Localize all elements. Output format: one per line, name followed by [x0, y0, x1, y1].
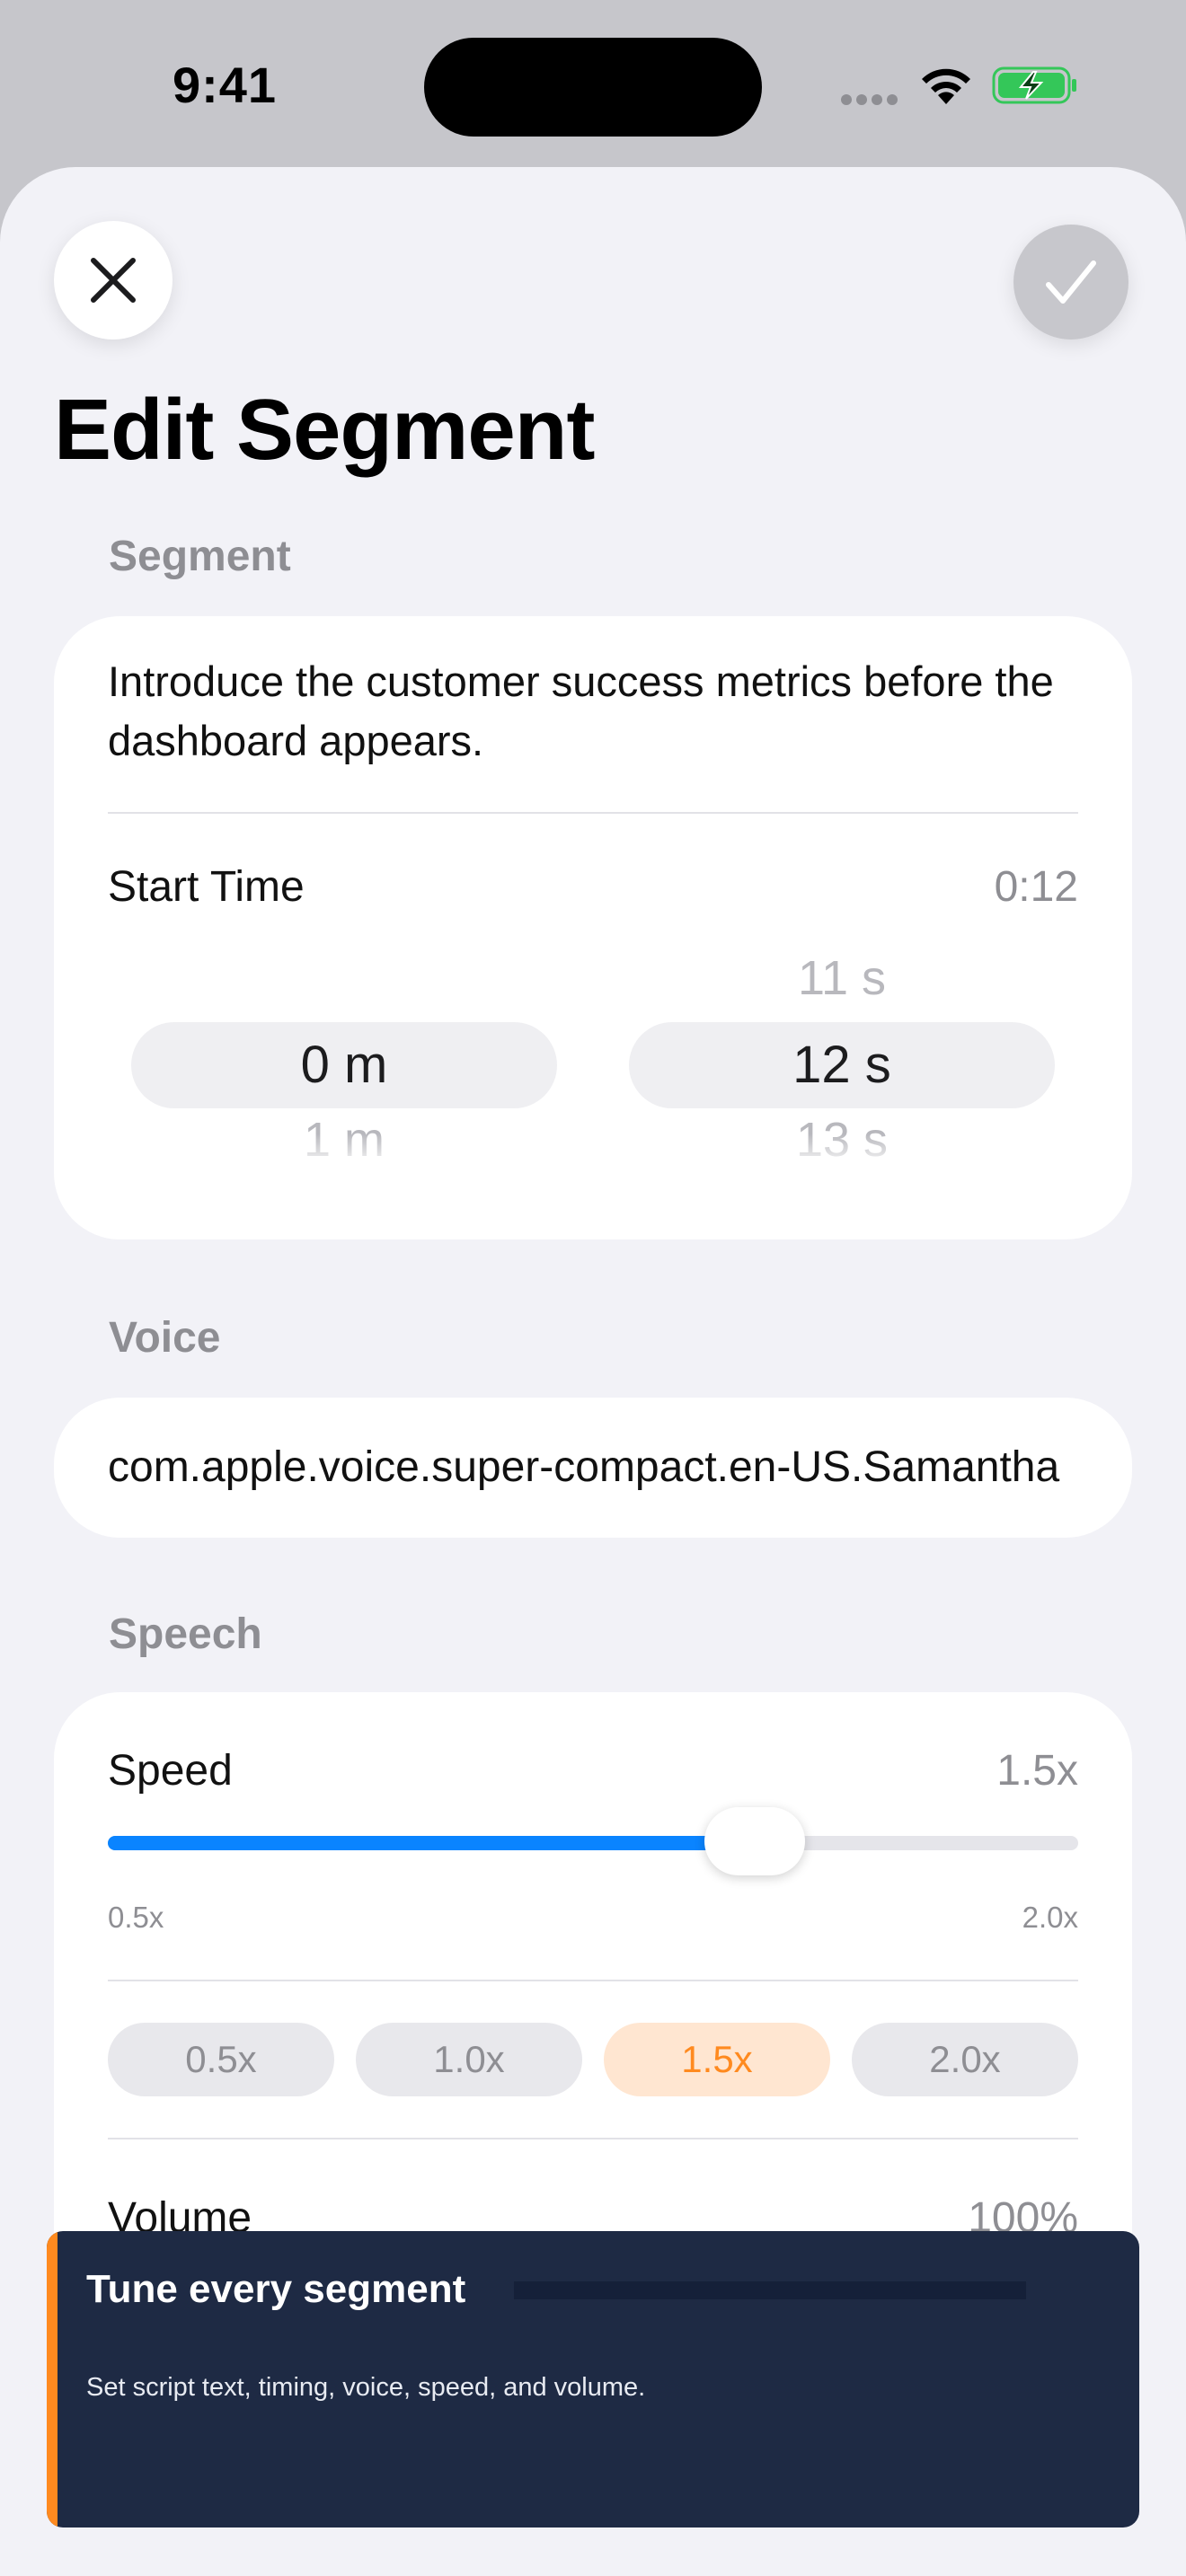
voice-value[interactable]: com.apple.voice.super-compact.en-US.Sama… [108, 1398, 1078, 1538]
toast-accent-bar [47, 2231, 58, 2527]
speed-preset-0.5x[interactable]: 0.5x [108, 2023, 334, 2096]
toast-title: Tune every segment [86, 2267, 466, 2311]
picker-fade [629, 940, 1055, 961]
voice-card[interactable]: com.apple.voice.super-compact.en-US.Sama… [54, 1398, 1132, 1538]
edit-segment-sheet: Edit Segment Segment Introduce the custo… [0, 167, 1186, 2576]
status-bar: 9:41 [0, 0, 1186, 167]
close-button[interactable] [54, 221, 173, 340]
signal-dots-icon [841, 93, 902, 105]
start-time-value: 0:12 [994, 863, 1078, 911]
voice-section-header: Voice [109, 1314, 221, 1362]
speed-max-label: 2.0x [1022, 1901, 1078, 1934]
speed-slider-thumb[interactable] [704, 1807, 805, 1875]
toast-body: Set script text, timing, voice, speed, a… [86, 2373, 646, 2402]
confirm-button[interactable] [1013, 225, 1128, 340]
speed-min-label: 0.5x [108, 1901, 164, 1934]
segment-section-header: Segment [109, 533, 291, 580]
toast-progress-bar [514, 2281, 1026, 2299]
speed-slider-fill [108, 1836, 755, 1850]
close-icon [91, 258, 136, 303]
page-title: Edit Segment [54, 382, 595, 478]
status-time: 9:41 [172, 57, 278, 113]
checkmark-icon [1046, 260, 1096, 304]
dynamic-island [424, 38, 762, 137]
speed-label: Speed [108, 1747, 233, 1795]
speech-section-header: Speech [109, 1610, 262, 1658]
divider [108, 812, 1078, 814]
segment-card: Introduce the customer success metrics b… [54, 616, 1132, 1239]
seconds-picker-selected[interactable]: 12 s [629, 1035, 1055, 1095]
divider [108, 2138, 1078, 2139]
picker-fade [629, 1134, 1055, 1169]
onboarding-toast[interactable]: Tune every segment Set script text, timi… [47, 2231, 1139, 2527]
start-time-label: Start Time [108, 863, 305, 911]
wifi-icon [922, 68, 970, 104]
speed-preset-1.5x[interactable]: 1.5x [604, 2023, 830, 2096]
speed-preset-1.0x[interactable]: 1.0x [356, 2023, 582, 2096]
battery-charging-icon [992, 66, 1076, 104]
speed-slider[interactable] [108, 1836, 1078, 1850]
picker-fade [131, 1134, 557, 1169]
divider [108, 1980, 1078, 1981]
speed-value: 1.5x [996, 1747, 1078, 1795]
speed-preset-2.0x[interactable]: 2.0x [852, 2023, 1078, 2096]
segment-text-field[interactable]: Introduce the customer success metrics b… [108, 652, 1096, 771]
minutes-picker-selected[interactable]: 0 m [131, 1035, 557, 1095]
